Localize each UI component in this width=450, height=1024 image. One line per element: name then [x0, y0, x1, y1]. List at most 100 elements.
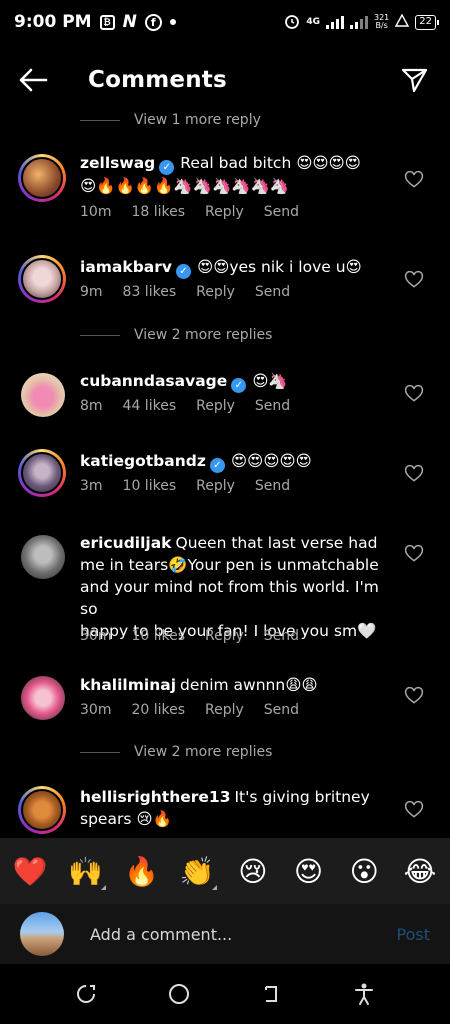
gray-photo-avatar[interactable]	[21, 535, 65, 579]
comment-body: zellswag ✓ Real bad bitch 😍😍😍😍 😍🔥🔥🔥🔥🦄🦄🦄🦄🦄🦄	[80, 152, 380, 197]
avatar[interactable]	[18, 786, 66, 834]
reply-button[interactable]: Reply	[205, 204, 244, 220]
emoji-surprised[interactable]: 😮	[344, 855, 384, 888]
avatar[interactable]	[18, 255, 66, 303]
pink-wig-avatar[interactable]	[21, 676, 65, 720]
reply-button[interactable]: Reply	[205, 702, 244, 718]
view-more-replies[interactable]: View 1 more reply	[80, 112, 261, 128]
comment-meta: 3m 10 likes Reply Send	[80, 478, 290, 494]
emoji-heart[interactable]: ❤️	[10, 855, 50, 888]
like-heart-icon[interactable]	[404, 800, 424, 820]
emoji-raised-hands[interactable]: 🙌	[66, 855, 106, 890]
app-notification-icon: ₿	[99, 14, 115, 30]
page-title: Comments	[88, 67, 227, 93]
reply-button[interactable]: Reply	[205, 628, 244, 644]
verified-badge-icon: ✓	[231, 378, 247, 393]
alarm-icon	[284, 13, 300, 32]
recent-apps-icon	[77, 985, 96, 1003]
emoji-laughing[interactable]: 😂	[400, 855, 440, 888]
comment-text: 😍😍yes nik i love u😍	[197, 258, 362, 276]
comment-body: iamakbarv ✓ 😍😍yes nik i love u😍	[80, 256, 380, 279]
comment-likes[interactable]: 10 likes	[131, 628, 185, 644]
divider	[80, 334, 120, 336]
comment-meta: 30m 20 likes Reply Send	[80, 702, 299, 718]
emoji-fire[interactable]: 🔥	[121, 855, 161, 888]
emoji-crying[interactable]: 😢	[233, 855, 273, 888]
verified-badge-icon: ✓	[159, 160, 175, 175]
status-time: 9:00 PM	[14, 12, 92, 32]
comment-username[interactable]: katiegotbandz	[80, 452, 206, 470]
avatar[interactable]	[18, 154, 66, 202]
share-button[interactable]	[396, 62, 432, 98]
comment-meta: 8m 44 likes Reply Send	[80, 398, 290, 414]
view-more-replies-label: View 2 more replies	[134, 327, 273, 343]
accessibility-button[interactable]	[349, 979, 379, 1009]
reply-button[interactable]: Reply	[196, 284, 235, 300]
comment-likes[interactable]: 20 likes	[131, 702, 185, 718]
back-nav-button[interactable]	[256, 979, 286, 1009]
like-heart-icon[interactable]	[404, 384, 424, 404]
like-heart-icon[interactable]	[404, 170, 424, 190]
building-avatar	[20, 912, 64, 956]
status-bar: 9:00 PM ₿ N f 4G 321 B/s 22	[0, 0, 450, 44]
comment-text: spears 😢🔥	[80, 810, 172, 828]
view-more-replies[interactable]: View 2 more replies	[80, 744, 272, 760]
divider	[80, 119, 120, 121]
send-button[interactable]: Send	[255, 398, 290, 414]
divider	[80, 751, 120, 753]
comment-likes[interactable]: 83 likes	[123, 284, 177, 300]
comment-time: 3m	[80, 478, 103, 494]
like-heart-icon[interactable]	[404, 464, 424, 484]
like-heart-icon[interactable]	[404, 544, 424, 564]
back-nav-icon	[265, 986, 278, 1002]
comment-username[interactable]: cubanndasavage	[80, 372, 227, 390]
send-button[interactable]: Send	[264, 702, 299, 718]
reply-button[interactable]: Reply	[196, 478, 235, 494]
send-button[interactable]: Send	[255, 478, 290, 494]
comment-input[interactable]: Add a comment...	[90, 925, 397, 944]
post-button[interactable]: Post	[397, 925, 430, 944]
comment-likes[interactable]: 44 likes	[123, 398, 177, 414]
home-button[interactable]	[164, 979, 194, 1009]
send-button[interactable]: Send	[264, 204, 299, 220]
comment-username[interactable]: iamakbarv	[80, 258, 172, 276]
comment-text: Queen that last verse had	[175, 534, 378, 552]
dragon-art-avatar	[21, 157, 63, 199]
send-button[interactable]: Send	[264, 628, 299, 644]
send-button[interactable]: Send	[255, 284, 290, 300]
netflix-icon: N	[122, 12, 137, 32]
comment-meta: 9m 83 likes Reply Send	[80, 284, 290, 300]
comment-body: ericudiljak Queen that last verse had me …	[80, 532, 380, 642]
home-icon	[168, 984, 189, 1004]
skin-tone-indicator	[100, 884, 106, 890]
comment-meta: 30m 10 likes Reply Send	[80, 628, 299, 644]
like-heart-icon[interactable]	[404, 686, 424, 706]
comment-composer: Add a comment... Post	[0, 904, 450, 964]
comment-body: katiegotbandz ✓ 😍😍😍😍😍	[80, 450, 380, 473]
comment-username[interactable]: zellswag	[80, 154, 155, 172]
comment-username[interactable]: hellisrighthere13	[80, 788, 230, 806]
view-more-replies[interactable]: View 2 more replies	[80, 327, 272, 343]
comment-likes[interactable]: 18 likes	[131, 204, 185, 220]
comment-username[interactable]: khalilminaj	[80, 676, 176, 694]
system-nav-bar	[0, 964, 450, 1024]
back-button[interactable]	[18, 60, 58, 100]
comment-likes[interactable]: 10 likes	[123, 478, 177, 494]
comment-text: 😍🔥🔥🔥🔥🦄🦄🦄🦄🦄🦄	[80, 177, 290, 195]
reply-button[interactable]: Reply	[196, 398, 235, 414]
comment-text: 😍🦄	[252, 372, 288, 390]
more-notifications-icon	[169, 19, 176, 25]
accessibility-icon	[354, 983, 373, 1005]
emoji-clap[interactable]: 👏	[177, 855, 218, 890]
pink-outfit-avatar[interactable]	[21, 373, 65, 417]
recent-apps-button[interactable]	[71, 979, 101, 1009]
network-type: 4G	[306, 17, 320, 27]
avatar[interactable]	[18, 449, 66, 497]
like-heart-icon[interactable]	[404, 270, 424, 290]
skin-tone-indicator	[212, 884, 218, 890]
back-arrow-icon	[19, 68, 48, 92]
emoji-heart-eyes[interactable]: 😍	[289, 855, 329, 888]
comments-feed[interactable]: View 1 more reply zellswag ✓ Real bad bitc…	[0, 108, 450, 838]
comment-username[interactable]: ericudiljak	[80, 534, 172, 552]
selfie-avatar	[21, 452, 63, 494]
